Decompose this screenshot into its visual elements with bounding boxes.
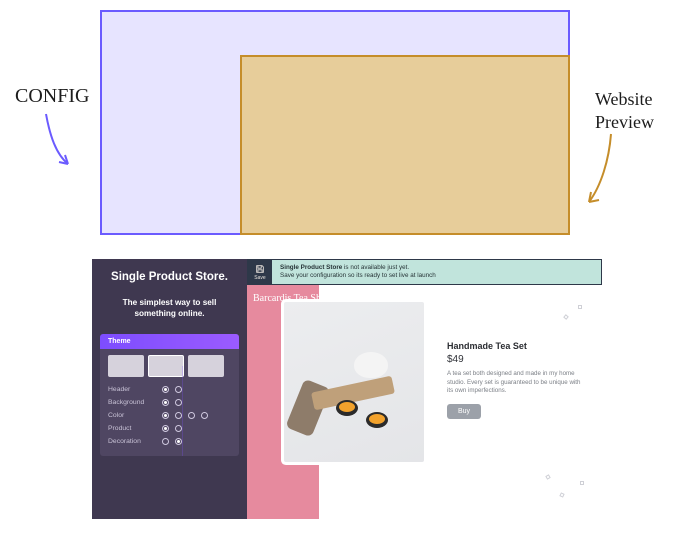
theme-thumb[interactable] xyxy=(148,355,184,377)
save-label: Save xyxy=(254,275,265,281)
decoration-icon xyxy=(559,492,564,497)
radio-option[interactable] xyxy=(201,412,208,419)
product-info: Handmade Tea Set $49 A tea set both desi… xyxy=(447,341,587,419)
notification-rest: is not available just yet. xyxy=(342,264,409,271)
radio-option[interactable] xyxy=(162,425,169,432)
app-tagline: The simplest way to sell something onlin… xyxy=(92,293,247,334)
product-description: A tea set both designed and made in my h… xyxy=(447,370,587,396)
notification-text: Single Product Store is not available ju… xyxy=(272,264,444,281)
radio-option[interactable] xyxy=(162,386,169,393)
theme-thumbs xyxy=(108,355,231,377)
notification-line2: Save your configuration so its ready to … xyxy=(280,272,436,281)
theme-panel-body: Header Background Color Prod xyxy=(100,349,239,456)
notification-bar: Save Single Product Store is not availab… xyxy=(247,259,602,285)
notification-strong: Single Product Store xyxy=(280,264,342,271)
option-row-product: Product xyxy=(108,422,231,435)
config-label: CONFIG xyxy=(15,85,89,108)
buy-button[interactable]: Buy xyxy=(447,404,481,419)
option-label: Background xyxy=(108,399,156,406)
option-label: Decoration xyxy=(108,438,156,445)
option-row-color: Color xyxy=(108,409,231,422)
option-label: Product xyxy=(108,425,156,432)
website-preview: Barcardis Tea Shop Handmade Tea Set $49 … xyxy=(247,285,602,519)
sidebar: Single Product Store. The simplest way t… xyxy=(92,259,247,519)
theme-thumb[interactable] xyxy=(108,355,144,377)
theme-panel: Theme Header Background xyxy=(100,334,239,456)
theme-panel-header: Theme xyxy=(100,334,239,349)
config-arrow xyxy=(40,110,80,172)
decoration-icon xyxy=(578,305,582,309)
radio-option[interactable] xyxy=(162,438,169,445)
layout-diagram: CONFIG Website Preview xyxy=(0,0,700,245)
radio-option[interactable] xyxy=(162,412,169,419)
radio-option[interactable] xyxy=(188,412,195,419)
radio-option[interactable] xyxy=(175,438,182,445)
option-row-decoration: Decoration xyxy=(108,435,231,448)
product-image xyxy=(284,302,424,462)
theme-thumb[interactable] xyxy=(188,355,224,377)
radio-option[interactable] xyxy=(175,425,182,432)
radio-option[interactable] xyxy=(162,399,169,406)
option-row-background: Background xyxy=(108,396,231,409)
option-label: Color xyxy=(108,412,156,419)
product-title: Handmade Tea Set xyxy=(447,341,587,351)
product-price: $49 xyxy=(447,354,587,365)
decoration-icon xyxy=(545,474,550,479)
preview-region-box xyxy=(240,55,570,235)
radio-option[interactable] xyxy=(175,386,182,393)
option-row-header: Header xyxy=(108,383,231,396)
app-window: Single Product Store. The simplest way t… xyxy=(92,259,602,519)
option-label: Header xyxy=(108,386,156,393)
panel-timeline-line xyxy=(182,366,183,456)
preview-arrow xyxy=(583,130,617,210)
save-button[interactable]: Save xyxy=(248,260,272,284)
radio-option[interactable] xyxy=(175,412,182,419)
app-title: Single Product Store. xyxy=(92,259,247,293)
decoration-icon xyxy=(563,314,569,320)
preview-label: Website Preview xyxy=(595,88,695,135)
save-icon xyxy=(255,264,265,274)
decoration-icon xyxy=(580,481,584,485)
radio-option[interactable] xyxy=(175,399,182,406)
